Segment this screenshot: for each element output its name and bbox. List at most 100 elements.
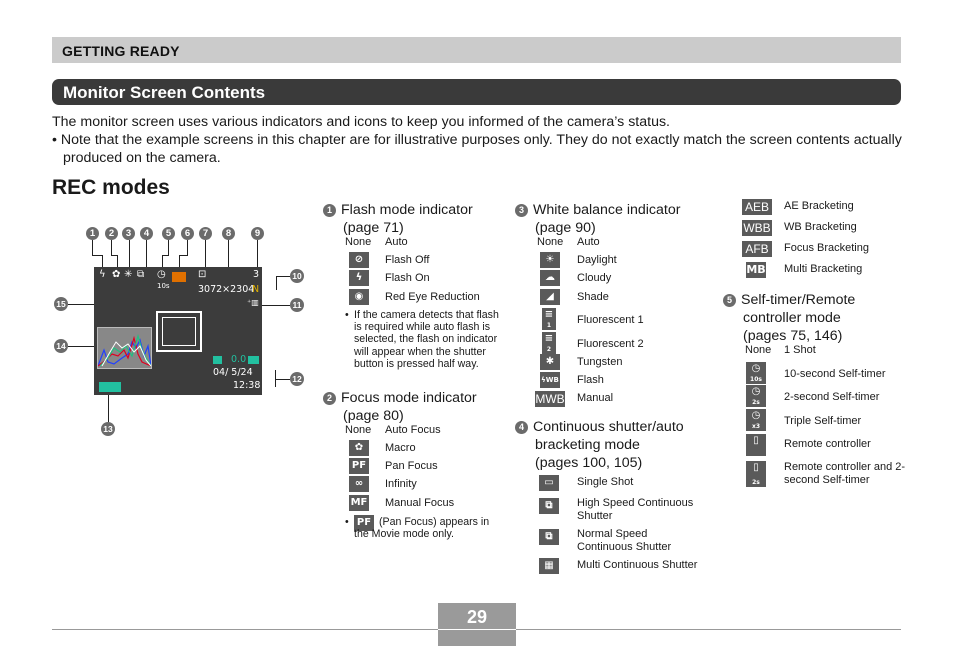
leader-line: [111, 240, 112, 255]
page-number: 29: [466, 607, 488, 627]
wb-number: 3: [515, 204, 528, 217]
bullet: •: [345, 516, 349, 528]
self-timer-title-2: controller mode: [743, 310, 841, 326]
metering-icon: ⊡: [198, 269, 207, 280]
wb-none-value: Auto: [577, 236, 600, 248]
ev-icon: [213, 356, 222, 364]
cloudy-icon: ☁: [540, 270, 560, 286]
callout-8: 8: [222, 227, 235, 240]
high-speed-continuous-label: High Speed Continuous Shutter: [577, 497, 694, 522]
self-timer-icon: ◷: [157, 269, 166, 280]
flash-off-icon: ⊘: [349, 252, 369, 268]
focus-bracketing-icon: AFB: [742, 241, 772, 257]
red-eye-label: Red Eye Reduction: [385, 291, 480, 303]
self-timer-none-label: None: [745, 344, 772, 356]
fluorescent-1-label: Fluorescent 1: [577, 314, 644, 326]
wb-heading: 3 White balance indicator (page 90): [515, 201, 715, 237]
timer-label: 10s: [157, 282, 170, 290]
image-size: 3072×2304: [198, 284, 255, 295]
leader-line: [179, 255, 188, 256]
built-in-memory-icon: ⁺▥: [247, 298, 259, 307]
timer-10s-icon: ◷ 10s: [746, 362, 766, 384]
fluorescent-1-icon: ≡ 1: [542, 308, 556, 330]
tungsten-icon: ✱: [540, 354, 560, 370]
macro-icon: ✿: [112, 269, 121, 280]
leader-line: [92, 255, 102, 256]
daylight-label: Daylight: [577, 254, 617, 266]
leader-line: [162, 255, 169, 256]
remote-icon: ▯: [746, 434, 766, 456]
red-eye-icon: ◉: [349, 289, 369, 305]
focus-title: Focus mode indicator: [341, 390, 477, 406]
page-title-bar: Monitor Screen Contents: [52, 79, 901, 105]
manual-focus-icon: MF: [349, 495, 369, 511]
leader-line: [102, 255, 103, 267]
leader-line: [108, 395, 109, 422]
normal-continuous-label: Normal Speed Continuous Shutter: [577, 528, 672, 553]
leader-line: [179, 255, 180, 267]
flash-on-label: Flash On: [385, 272, 430, 284]
leader-line: [68, 304, 94, 305]
infinity-label: Infinity: [385, 478, 417, 490]
flash-title: Flash mode indicator: [341, 202, 473, 218]
fluorescent-2-icon: ≡ 2: [542, 332, 556, 354]
intro-note: • Note that the example screens in this …: [52, 132, 902, 166]
continuous-icon: ⧉: [137, 269, 145, 280]
leader-line: [257, 240, 258, 267]
rec-modes-heading: REC modes: [52, 176, 170, 199]
flash-note: If the camera detects that flash is requ…: [354, 309, 499, 370]
page-number-box: 29: [438, 603, 516, 646]
flash-on-icon: ϟ: [349, 270, 369, 286]
leader-line: [187, 240, 188, 255]
callout-12: 12: [290, 372, 304, 386]
leader-line: [129, 240, 130, 267]
single-shot-icon: ▭: [539, 475, 559, 491]
shade-label: Shade: [577, 291, 609, 303]
callout-4: 4: [140, 227, 153, 240]
continuous-number: 4: [515, 421, 528, 434]
manual-wb-icon: MWB: [535, 391, 565, 407]
flash-page: (page 71): [343, 220, 404, 236]
wb-bracketing-icon: WBB: [742, 220, 772, 236]
ae-bracketing-label: AE Bracketing: [784, 200, 854, 212]
callout-13: 13: [101, 422, 115, 436]
wb-title: White balance indicator: [533, 202, 681, 218]
daylight-icon: ✳: [124, 269, 133, 280]
flash-none-label: None: [345, 236, 372, 248]
timer-2s-label: 2-second Self-timer: [784, 391, 880, 403]
focus-note: (Pan Focus) appears in the Movie mode on…: [354, 516, 490, 541]
callout-3: 3: [122, 227, 135, 240]
image-quality: N: [252, 284, 260, 295]
wb-bracketing-label: WB Bracketing: [784, 221, 857, 233]
flash-none-value: Auto: [385, 236, 408, 248]
flash-heading: 1 Flash mode indicator (page 71): [323, 201, 503, 237]
manual-wb-label: Manual: [577, 392, 614, 404]
leader-line: [275, 379, 290, 380]
leader-line: [276, 276, 290, 277]
wb-none-label: None: [537, 236, 564, 248]
leader-line: [262, 305, 290, 306]
callout-11: 11: [290, 298, 304, 312]
callout-5: 5: [162, 227, 175, 240]
flash-wb-icon: ϟWB: [540, 372, 560, 388]
cloudy-label: Cloudy: [577, 272, 612, 284]
continuous-title-3: (pages 100, 105): [535, 455, 643, 471]
callout-2: 2: [105, 227, 118, 240]
page-title: Monitor Screen Contents: [63, 83, 266, 102]
self-timer-title-3: (pages 75, 146): [743, 328, 843, 344]
intro-line: The monitor screen uses various indicato…: [52, 114, 670, 130]
self-timer-number: 5: [723, 294, 736, 307]
leader-line: [146, 240, 147, 267]
remote-2s-label: Remote controller and 2-second Self-time…: [784, 461, 906, 486]
continuous-heading: 4 Continuous shutter/auto bracketing mode…: [515, 418, 715, 472]
macro-label: Macro: [385, 442, 416, 454]
leader-line: [92, 240, 93, 255]
focus-number: 2: [323, 392, 336, 405]
flash-wb-label: Flash: [577, 374, 604, 386]
pan-focus-label: Pan Focus: [385, 460, 438, 472]
focus-bracketing-label: Focus Bracketing: [784, 242, 869, 254]
flash-off-label: Flash Off: [385, 254, 430, 266]
multi-continuous-icon: ▦: [539, 558, 559, 574]
camera-screen: ϟ ✿ ✳ ⧉ ◷ 10s ⊡ 3 3072×2304 N ⁺▥ 0.0 04/…: [94, 267, 262, 395]
focus-none-value: Auto Focus: [385, 424, 441, 436]
